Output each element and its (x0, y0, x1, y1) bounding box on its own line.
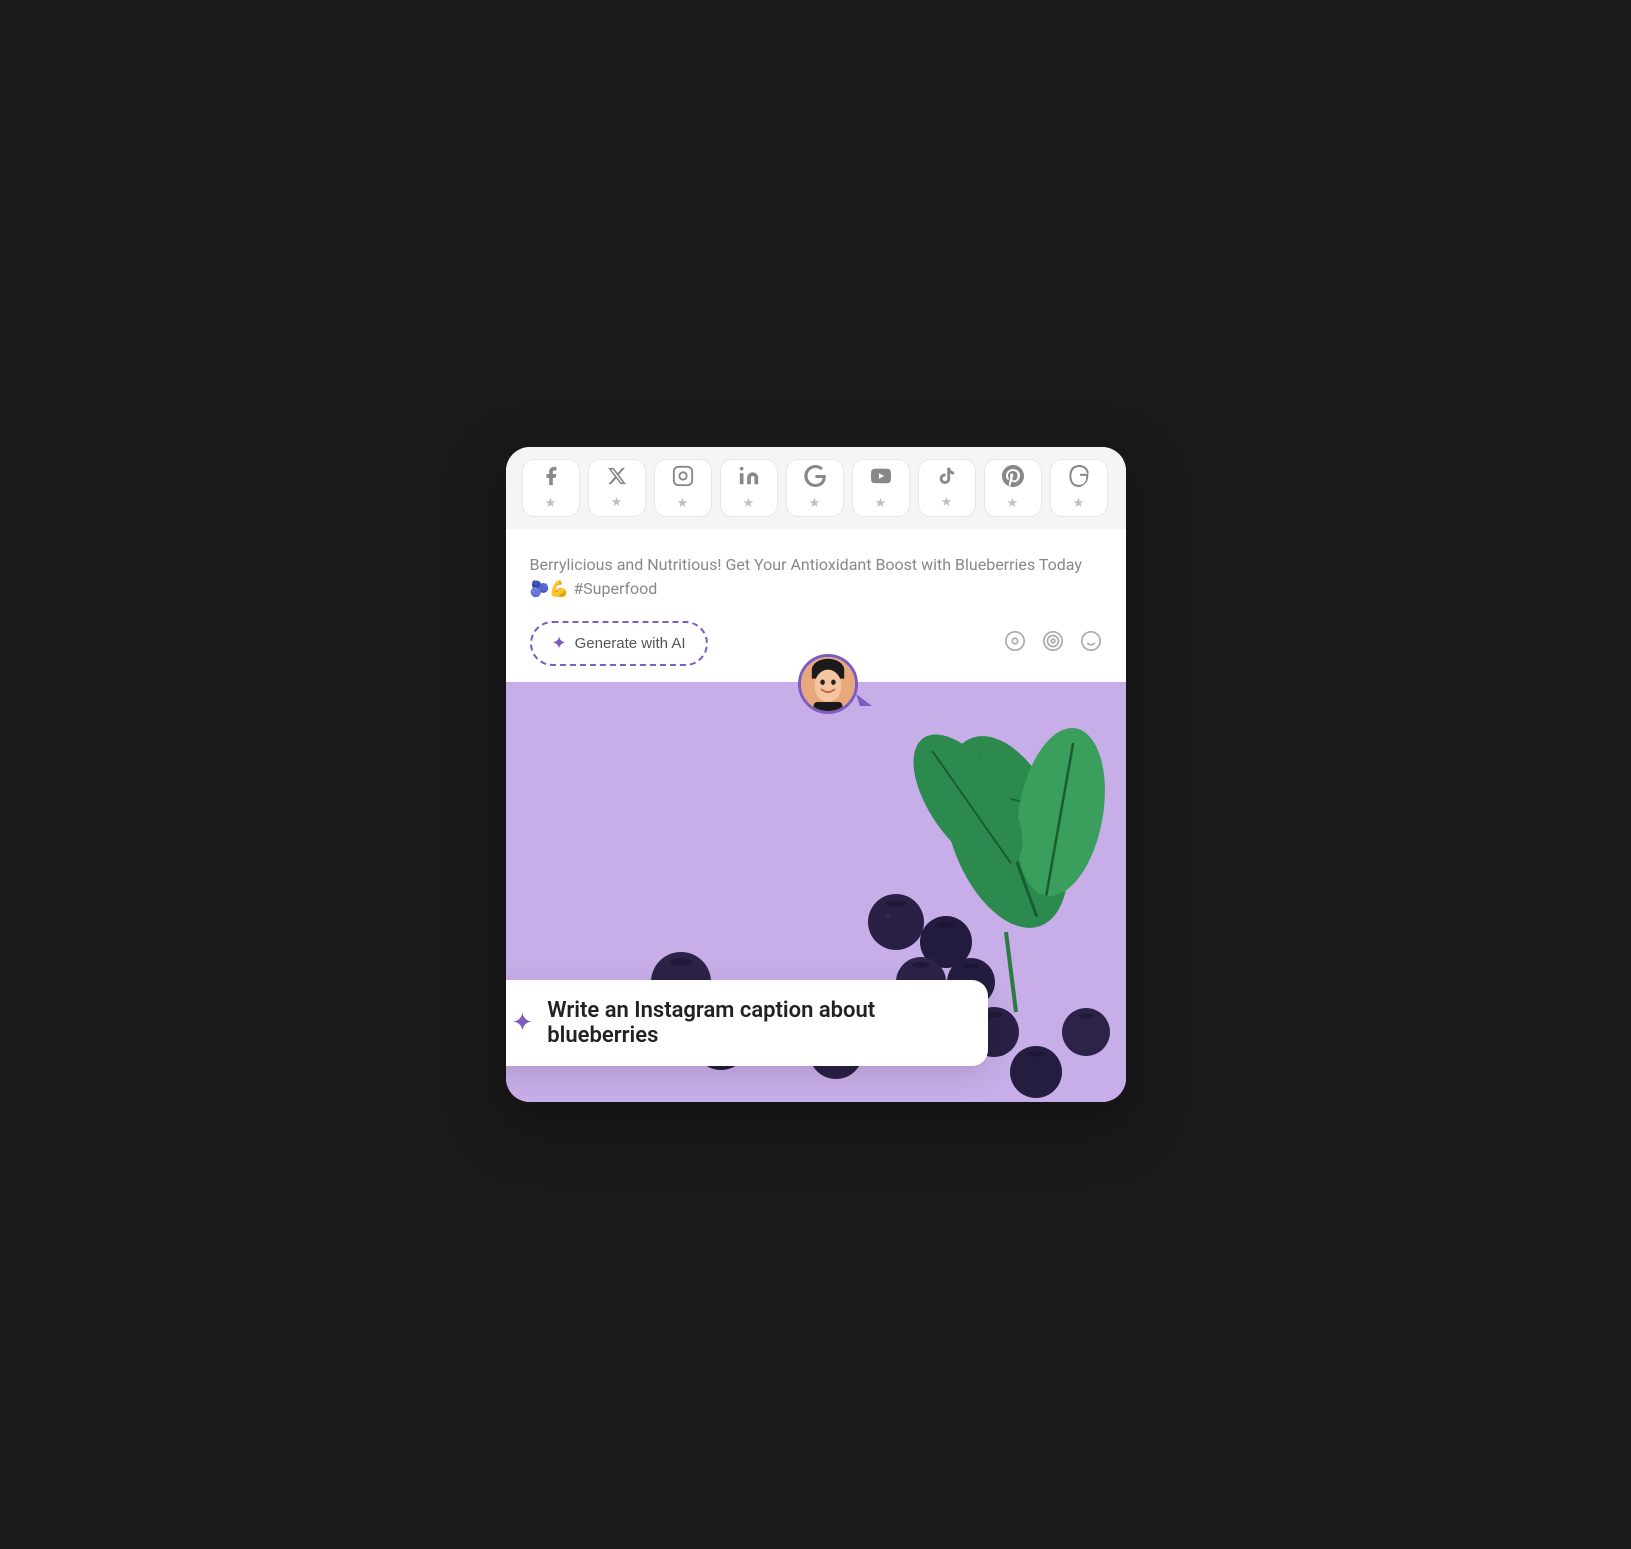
generate-button-label: Generate with AI (575, 635, 686, 652)
avatar-container (741, 654, 916, 714)
x-star: ★ (611, 495, 623, 510)
pinterest-star: ★ (1007, 496, 1019, 511)
social-item-linkedin[interactable]: ★ (720, 459, 778, 517)
social-item-instagram[interactable]: ★ (654, 459, 712, 517)
main-card: ★ ★ ★ ★ ★ (506, 447, 1126, 1102)
social-item-tiktok[interactable]: ★ (918, 459, 976, 517)
google-icon (804, 465, 826, 492)
instagram-icon (672, 465, 694, 492)
social-item-facebook[interactable]: ★ (522, 459, 580, 517)
ai-prompt-overlay: ✦ Write an Instagram caption about blueb… (506, 980, 988, 1066)
target-icon[interactable] (1042, 630, 1064, 658)
toolbar-icons (1004, 630, 1102, 658)
tiktok-icon (937, 466, 957, 491)
emoji-icon[interactable] (1080, 630, 1102, 658)
youtube-star: ★ (875, 496, 887, 511)
caption-text: Berrylicious and Nutritious! Get Your An… (530, 553, 1102, 601)
user-avatar (798, 654, 858, 714)
threads-star: ★ (1073, 496, 1085, 511)
pinterest-icon (1002, 465, 1024, 492)
social-bar: ★ ★ ★ ★ ★ (506, 447, 1126, 529)
linkedin-star: ★ (743, 496, 755, 511)
social-item-x[interactable]: ★ (588, 459, 646, 517)
social-item-pinterest[interactable]: ★ (984, 459, 1042, 517)
image-section: ✦ Write an Instagram caption about blueb… (506, 682, 1126, 1102)
sparkle-icon: ✦ (552, 633, 567, 654)
x-twitter-icon (607, 466, 627, 491)
social-item-youtube[interactable]: ★ (852, 459, 910, 517)
social-item-threads[interactable]: ★ (1050, 459, 1108, 517)
threads-icon (1068, 465, 1090, 492)
social-item-google[interactable]: ★ (786, 459, 844, 517)
linkedin-icon (738, 465, 760, 492)
google-star: ★ (809, 496, 821, 511)
facebook-star: ★ (545, 496, 557, 511)
location-icon[interactable] (1004, 630, 1026, 658)
blueberry-background: ✦ Write an Instagram caption about blueb… (506, 682, 1126, 1102)
generate-ai-button[interactable]: ✦ Generate with AI (530, 621, 708, 666)
tiktok-star: ★ (941, 495, 953, 510)
youtube-icon (870, 465, 892, 492)
ai-prompt-text: Write an Instagram caption about blueber… (547, 998, 963, 1048)
instagram-star: ★ (677, 496, 689, 511)
ai-prompt-sparkle-icon: ✦ (512, 1008, 534, 1038)
facebook-icon (540, 465, 562, 492)
